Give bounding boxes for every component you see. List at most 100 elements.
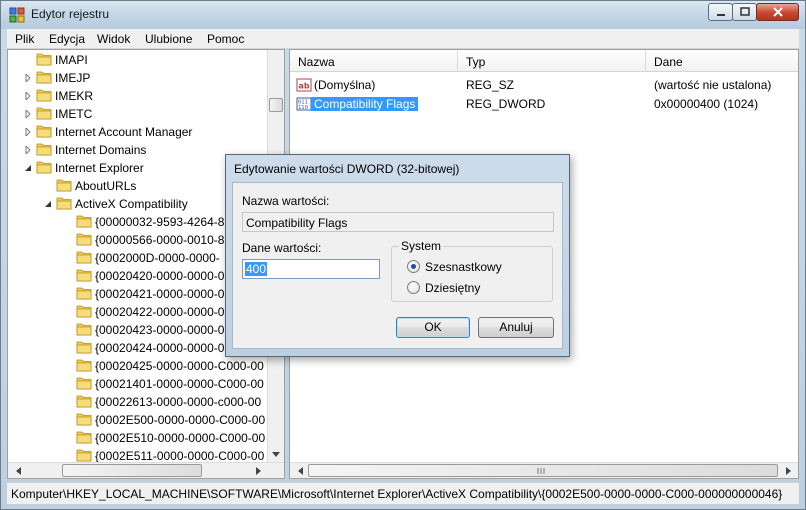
value-name: (Domyślna) (314, 78, 376, 92)
tree-collapsed-arrow-icon[interactable] (24, 128, 32, 136)
column-name-label: Nazwa (298, 55, 335, 69)
menu-ulubione[interactable]: Ulubione (145, 32, 192, 46)
folder-icon (56, 179, 72, 192)
tree-item-label: {00020425-0000-0000-C000-00 (95, 359, 264, 373)
folder-icon (36, 71, 52, 84)
tree-scroll-down-button[interactable] (268, 446, 284, 462)
list-scroll-right-button[interactable] (780, 463, 796, 478)
edit-dword-dialog: Edytowanie wartości DWORD (32-bitowej) N… (225, 154, 570, 357)
arrow-down-icon (272, 451, 280, 457)
tree-scroll-left-button[interactable] (10, 463, 26, 478)
column-data-label: Dane (654, 55, 683, 69)
status-path: Komputer\HKEY_LOCAL_MACHINE\SOFTWARE\Mic… (11, 487, 783, 501)
tree-item[interactable]: {00022613-0000-0000-c000-00 (8, 393, 267, 411)
folder-icon (36, 53, 52, 66)
radio-decimal[interactable] (407, 281, 420, 294)
tree-item-label: {00000032-9593-4264-8 (95, 215, 225, 229)
value-name-label: Nazwa wartości: (242, 194, 330, 208)
value-name: Compatibility Flags (311, 97, 419, 111)
tree-item-label: {00020424-0000-0000-0 (95, 341, 225, 355)
tree-item[interactable]: {0002E510-0000-0000-C000-00 (8, 429, 267, 447)
tree-item[interactable]: IMEJP (8, 69, 267, 87)
list-hscroll-thumb[interactable] (308, 464, 778, 477)
minimize-icon (716, 14, 725, 16)
tree-item-label: Internet Domains (55, 143, 147, 157)
folder-icon (36, 89, 52, 102)
folder-icon (76, 341, 92, 354)
tree-expanded-arrow-icon[interactable] (24, 164, 32, 172)
minimize-button[interactable] (708, 3, 733, 21)
tree-item-label: {0002E510-0000-0000-C000-00 (95, 431, 266, 445)
tree-item[interactable]: {0002E500-0000-0000-C000-00 (8, 411, 267, 429)
tree-item-label: {0002E511-0000-0000-C000-00 (95, 449, 265, 463)
tree-hscroll-thumb[interactable] (62, 464, 202, 477)
tree-item-label: {00020420-0000-0000-0 (95, 269, 225, 283)
tree-item-label: {00020421-0000-0000-0 (95, 287, 225, 301)
list-scroll-left-button[interactable] (292, 463, 308, 478)
folder-icon (76, 215, 92, 228)
close-icon (772, 7, 783, 17)
maximize-icon (739, 7, 750, 16)
tree-expanded-arrow-icon[interactable] (44, 200, 52, 208)
tree-item-label: {0002000D-0000-0000- (95, 251, 220, 265)
folder-icon (76, 305, 92, 318)
folder-icon (76, 251, 92, 264)
maximize-button[interactable] (732, 3, 757, 21)
column-header-type[interactable]: Typ (458, 50, 646, 72)
window-title: Edytor rejestru (31, 7, 110, 21)
tree-horizontal-scrollbar[interactable] (8, 462, 284, 478)
tree-collapsed-arrow-icon[interactable] (24, 74, 32, 82)
menu-pomoc[interactable]: Pomoc (207, 32, 244, 46)
cancel-button[interactable]: Anuluj (478, 317, 554, 338)
column-header-name[interactable]: Nazwa (290, 50, 458, 72)
folder-icon (76, 287, 92, 300)
tree-scroll-right-button[interactable] (250, 463, 266, 478)
ok-button[interactable]: OK (396, 317, 470, 338)
folder-icon (76, 431, 92, 444)
svg-text:ab: ab (299, 82, 310, 91)
tree-item[interactable]: IMAPI (8, 51, 267, 69)
tree-item-label: IMEKR (55, 89, 94, 103)
value-data-input[interactable]: 400 (242, 259, 380, 279)
tree-collapsed-arrow-icon[interactable] (24, 92, 32, 100)
value-row[interactable]: ab (Domyślna) REG_SZ (wartość nie ustalo… (290, 76, 780, 94)
tree-scroll-thumb[interactable] (269, 98, 283, 112)
value-data: 0x00000400 (1024) (654, 97, 759, 111)
menu-plik[interactable]: Plik (15, 32, 34, 46)
tree-item[interactable]: {00021401-0000-0000-C000-00 (8, 375, 267, 393)
status-bar: Komputer\HKEY_LOCAL_MACHINE\SOFTWARE\Mic… (7, 482, 799, 504)
tree-collapsed-arrow-icon[interactable] (24, 110, 32, 118)
tree-item[interactable]: {00020425-0000-0000-C000-00 (8, 357, 267, 375)
menu-edycja[interactable]: Edycja (49, 32, 85, 46)
tree-item-label: Internet Explorer (55, 161, 144, 175)
radio-hexadecimal[interactable] (407, 260, 420, 273)
registry-editor-icon (9, 7, 25, 23)
tree-item-label: ActiveX Compatibility (75, 197, 188, 211)
radio-decimal-label[interactable]: Dziesiętny (425, 281, 480, 295)
value-type: REG_SZ (466, 78, 515, 92)
tree-item-label: IMEJP (55, 71, 91, 85)
folder-icon (76, 377, 92, 390)
tree-item[interactable]: IMEKR (8, 87, 267, 105)
column-header-data[interactable]: Dane (646, 50, 798, 72)
tree-item-label: {00000566-0000-0010-8 (95, 233, 225, 247)
menu-widok[interactable]: Widok (97, 32, 130, 46)
radio-hexadecimal-label[interactable]: Szesnastkowy (425, 260, 502, 274)
tree-item[interactable]: Internet Account Manager (8, 123, 267, 141)
tree-collapsed-arrow-icon[interactable] (24, 146, 32, 154)
list-horizontal-scrollbar[interactable] (290, 462, 798, 478)
value-data-label: Dane wartości: (242, 241, 322, 255)
menu-bar: Plik Edycja Widok Ulubione Pomoc (7, 29, 799, 49)
tree-item-label: IMETC (55, 107, 93, 121)
arrow-right-icon (785, 467, 791, 475)
close-button[interactable] (756, 3, 799, 21)
value-row-selected[interactable]: 011 110 Compatibility Flags REG_DWORD 0x… (290, 95, 780, 113)
value-name-field[interactable]: Compatibility Flags (242, 212, 554, 232)
tree-item-label: IMAPI (55, 53, 88, 67)
tree-item-label: AboutURLs (75, 179, 137, 193)
svg-text:110: 110 (298, 105, 308, 111)
arrow-right-icon (255, 467, 261, 475)
title-bar[interactable]: Edytor rejestru (1, 1, 805, 29)
tree-item[interactable]: IMETC (8, 105, 267, 123)
value-data-text: 400 (245, 262, 268, 276)
